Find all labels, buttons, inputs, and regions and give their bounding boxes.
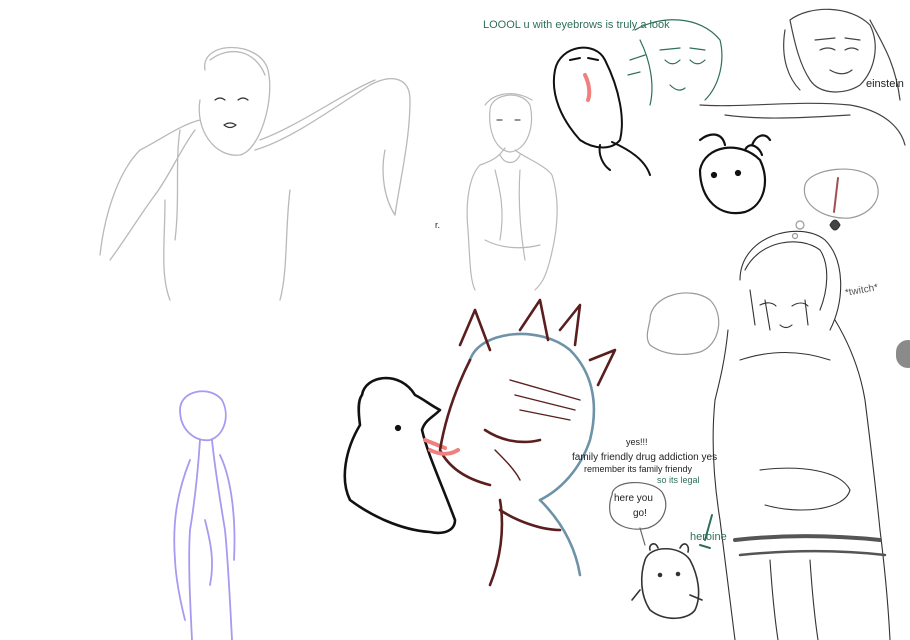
teal-face-sketch — [627, 19, 723, 106]
drawing-canvas[interactable] — [0, 0, 910, 640]
antler-blob-doodle — [698, 133, 772, 215]
gray-figure-sketch — [99, 46, 411, 301]
potato-creature-doodle — [552, 46, 651, 176]
go-caption: go! — [633, 508, 647, 519]
here-you-caption: here you — [614, 493, 653, 504]
remember-family-caption: remember its family friendy — [584, 464, 693, 474]
heroine-caption: heroine — [690, 531, 727, 543]
yes-caption: yes!!! — [626, 437, 648, 447]
small-r-mark: r. — [435, 220, 441, 230]
black-bird-doodle — [343, 376, 457, 535]
hoodie-figure-sketch — [466, 93, 558, 291]
einstein-caption: einstein — [866, 78, 904, 90]
loool-caption: LOOOL u with eyebrows is truly a look — [483, 19, 670, 31]
so-legal-caption: so its legal — [657, 475, 700, 485]
anime-girl-hoodie-sketch — [712, 219, 891, 640]
family-addiction-caption: family friendly drug addiction yes — [572, 452, 718, 463]
scroll-handle-icon[interactable] — [896, 340, 910, 368]
spiky-head-doodle — [428, 298, 617, 587]
gray-speech-bubble — [646, 292, 720, 356]
purple-stick-figure — [173, 390, 236, 640]
